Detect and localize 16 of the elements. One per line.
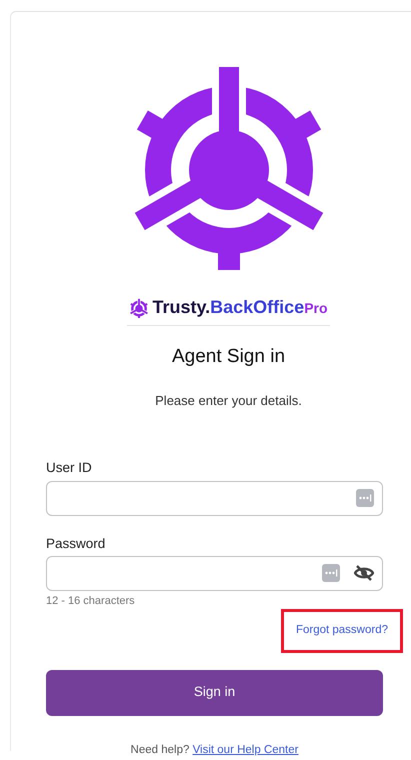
heading: Agent Sign in	[170, 346, 286, 369]
field-label: Password	[46, 534, 106, 553]
password-manager-icon[interactable]	[356, 489, 374, 508]
field-label: User ID	[46, 459, 93, 478]
password-manager-icon[interactable]	[322, 564, 340, 582]
gear-logo-icon	[129, 298, 150, 318]
forgot-password-link[interactable]: Forgot password?	[280, 609, 403, 653]
eye-slash-icon[interactable]	[354, 564, 374, 582]
user-id-field[interactable]	[46, 480, 383, 516]
subtitle: Please enter your details.	[154, 392, 303, 410]
help-center-link[interactable]: Visit our Help Center	[192, 744, 298, 756]
password-field[interactable]	[46, 556, 383, 591]
brand-wordmark: Trusty.BackOfficePro	[152, 296, 328, 319]
field-hint: 12 - 16 characters	[46, 594, 136, 609]
help-text: Need help?	[130, 744, 190, 756]
sign-in-button[interactable]: Sign in	[46, 670, 383, 716]
